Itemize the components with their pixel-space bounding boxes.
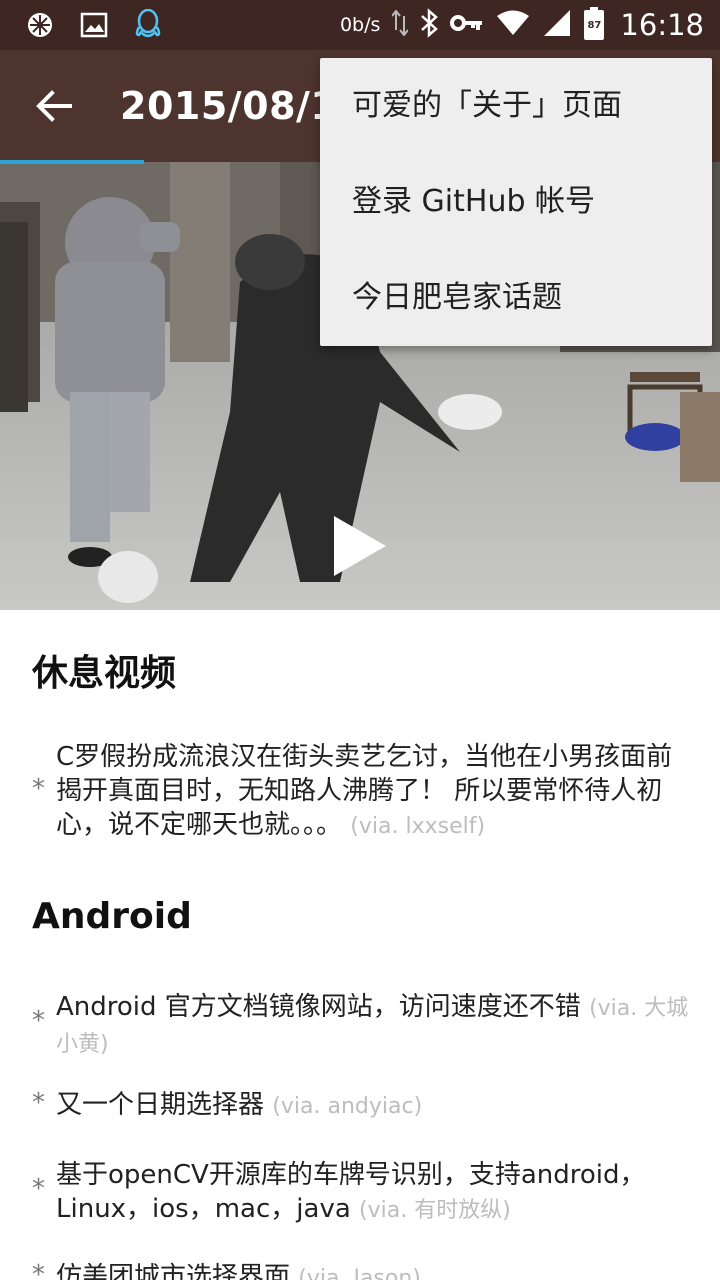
screen: 0b/s 87 16:18 2015/08/18 休息视频 * C罗假扮成流浪汉… — [0, 0, 720, 1280]
notification-icons — [24, 9, 164, 41]
list-item-text: 又一个日期选择器 (via. andyiac) — [56, 1088, 692, 1124]
overflow-menu: 可爱的「关于」页面 登录 GitHub 帐号 今日肥皂家话题 — [320, 58, 712, 346]
list-item-text: Android 官方文档镜像网站，访问速度还不错 (via. 大城小黄) — [56, 990, 692, 1062]
bullet: * — [32, 774, 45, 804]
arrow-back-icon — [36, 90, 72, 122]
item-title[interactable]: Android 官方文档镜像网站，访问速度还不错 — [56, 992, 581, 1022]
list-item-text: 基于openCV开源库的车牌号识别，支持android，Linux，ios，ma… — [56, 1158, 692, 1228]
back-button[interactable] — [30, 82, 78, 130]
bullet: * — [32, 1006, 45, 1036]
item-via: (via. Jason) — [298, 1266, 421, 1280]
play-button[interactable] — [330, 514, 390, 582]
signal-icon — [542, 8, 572, 42]
system-indicators: 0b/s 87 16:18 — [339, 7, 704, 42]
item-via: (via. 有时放纵) — [359, 1198, 511, 1223]
gallery-icon — [78, 9, 110, 41]
battery-icon: 87 — [584, 7, 605, 40]
bullet: * — [32, 1260, 45, 1280]
clock: 16:18 — [620, 8, 704, 42]
item-title[interactable]: 仿美团城市选择界面 — [56, 1262, 290, 1280]
list-item-text: C罗假扮成流浪汉在街头卖艺乞讨，当他在小男孩面前揭开真面目时，无知路人沸腾了！ … — [56, 740, 692, 844]
menu-item-today-topic[interactable]: 今日肥皂家话题 — [320, 250, 712, 346]
play-icon — [334, 516, 386, 576]
wifi-icon — [496, 10, 530, 40]
bullet: * — [32, 1088, 45, 1118]
item-title[interactable]: 又一个日期选择器 — [56, 1090, 264, 1120]
item-title[interactable]: 基于openCV开源库的车牌号识别，支持android，Linux，ios，ma… — [56, 1160, 646, 1224]
item-via: (via. andyiac) — [272, 1094, 423, 1119]
section-title: 休息视频 — [32, 653, 177, 694]
menu-item-about[interactable]: 可爱的「关于」页面 — [320, 58, 712, 154]
section-title: Android — [32, 896, 192, 937]
loading-progress-bar — [0, 160, 144, 164]
battery-level: 87 — [587, 20, 602, 31]
vpn-key-icon — [450, 13, 484, 37]
qq-icon — [132, 9, 164, 41]
status-bar: 0b/s 87 16:18 — [0, 0, 720, 50]
item-via: (via. lxxself) — [350, 814, 486, 839]
bullet: * — [32, 1174, 45, 1204]
bluetooth-icon — [420, 8, 439, 42]
list-item-text: 仿美团城市选择界面 (via. Jason) — [56, 1260, 692, 1280]
net-speed: 0b/s — [339, 14, 381, 36]
data-transfer-icon — [391, 9, 410, 40]
menu-item-github-login[interactable]: 登录 GitHub 帐号 — [320, 154, 712, 250]
app-notification-icon — [24, 9, 56, 41]
